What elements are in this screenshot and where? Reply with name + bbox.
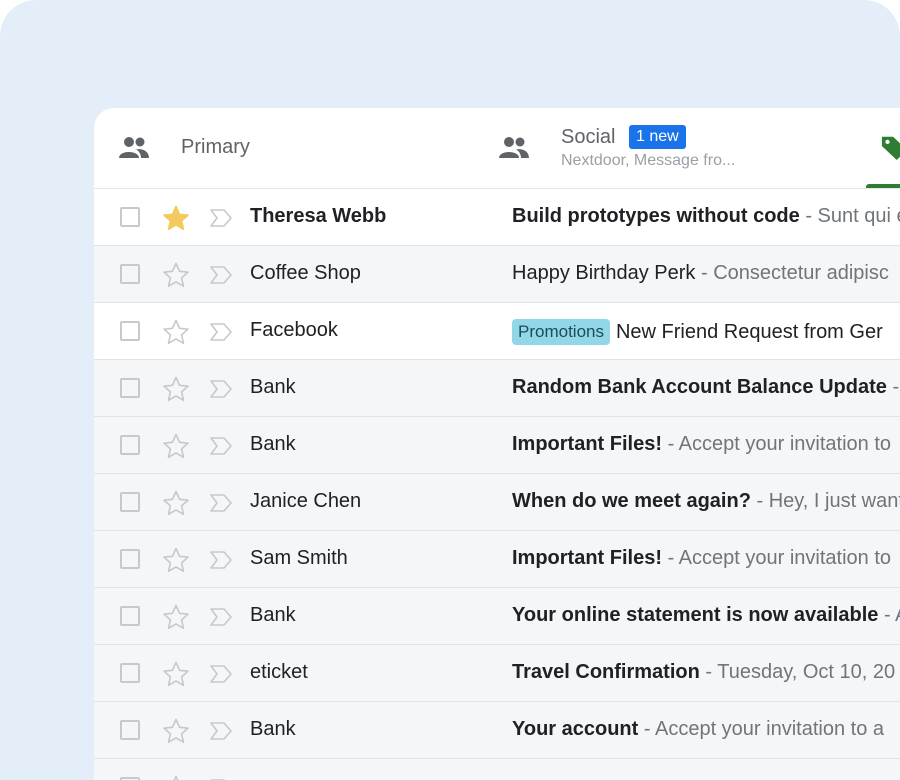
- select-checkbox[interactable]: [120, 663, 140, 683]
- email-sender: Coffee Shop: [250, 262, 361, 284]
- email-row[interactable]: Bank Random Bank Account Balance Update …: [94, 360, 900, 417]
- email-message: Happy Birthday Perk - Consectetur adipis…: [512, 262, 889, 285]
- people-icon: [119, 137, 149, 158]
- email-snippet: - Consectetur adipisc: [695, 262, 889, 284]
- tab-social-subtitle: Nextdoor, Message fro...: [561, 152, 736, 169]
- active-tab-indicator: [866, 184, 900, 188]
- star-icon[interactable]: [162, 547, 190, 573]
- star-icon[interactable]: [162, 775, 190, 780]
- email-message: Travel Confirmation - Tuesday, Oct 10, 2…: [512, 661, 895, 684]
- email-row[interactable]: Coffee Shop Happy Birthday Perk - Consec…: [94, 246, 900, 303]
- tag-icon: [881, 136, 900, 160]
- inbox-card: Primary Social 1 new Nextdoor, Message f…: [94, 108, 900, 780]
- email-message: Important Files! - Accept your invitatio…: [512, 433, 891, 456]
- label-badge: Promotions: [512, 319, 610, 345]
- email-subject: Important Files!: [512, 433, 663, 455]
- email-sender: Facebook: [250, 319, 338, 341]
- email-subject: Random Bank Account Balance Update: [512, 376, 887, 398]
- email-snippet: - Hey, I just want: [750, 490, 900, 512]
- email-subject: Travel Confirmation: [512, 661, 700, 683]
- star-icon[interactable]: [162, 262, 190, 288]
- email-message: When do we meet again? - Hey, I just wan…: [512, 490, 900, 513]
- tab-primary[interactable]: Primary: [94, 108, 474, 188]
- star-icon[interactable]: [162, 319, 190, 345]
- category-tabs: Primary Social 1 new Nextdoor, Message f…: [94, 108, 900, 189]
- star-icon[interactable]: [162, 433, 190, 459]
- email-sender: Bank: [250, 718, 296, 740]
- email-row[interactable]: Theresa Webb Build prototypes without co…: [94, 189, 900, 246]
- email-row[interactable]: eticket Travel Confirmation - Tuesday, O…: [94, 645, 900, 702]
- tab-social[interactable]: Social 1 new Nextdoor, Message fro...: [474, 108, 854, 188]
- email-list: Theresa Webb Build prototypes without co…: [94, 189, 900, 780]
- importance-marker-icon[interactable]: [209, 664, 233, 684]
- importance-marker-icon[interactable]: [209, 379, 233, 399]
- email-sender: Bank: [250, 604, 296, 626]
- email-snippet: - Sunt qui e: [799, 205, 900, 227]
- star-icon[interactable]: [162, 376, 190, 402]
- importance-marker-icon[interactable]: [209, 607, 233, 627]
- email-message: Promotions New Friend Request from Ger: [512, 319, 883, 345]
- importance-marker-icon[interactable]: [209, 208, 233, 228]
- select-checkbox[interactable]: [120, 549, 140, 569]
- select-checkbox[interactable]: [120, 435, 140, 455]
- email-subject: Important Files!: [512, 547, 663, 569]
- select-checkbox[interactable]: [120, 207, 140, 227]
- importance-marker-icon[interactable]: [209, 436, 233, 456]
- email-subject: When do we meet again?: [512, 490, 751, 512]
- email-row[interactable]: Bank Your online statement is now availa…: [94, 588, 900, 645]
- email-snippet: -: [886, 376, 900, 398]
- email-subject: New Friend Request from Ger: [615, 321, 883, 343]
- email-row[interactable]: Facebook Promotions New Friend Request fr…: [94, 303, 900, 360]
- email-row[interactable]: Sam Smith Important Files! - Accept your…: [94, 531, 900, 588]
- star-icon[interactable]: [162, 205, 190, 231]
- email-sender: Bank: [250, 376, 296, 398]
- tab-promotions[interactable]: [866, 108, 900, 188]
- email-sender: Theresa Webb: [250, 205, 387, 227]
- star-icon[interactable]: [162, 718, 190, 744]
- email-row[interactable]: Bank Important Files! - Accept your invi…: [94, 417, 900, 474]
- importance-marker-icon[interactable]: [209, 721, 233, 741]
- email-snippet: - Accept your invitation to: [662, 547, 892, 569]
- email-snippet: - Tuesday, Oct 10, 20: [699, 661, 896, 683]
- email-message: Build prototypes without code - Sunt qui…: [512, 205, 900, 228]
- importance-marker-icon[interactable]: [209, 493, 233, 513]
- star-icon[interactable]: [162, 661, 190, 687]
- email-message: Your account - Accept your invitation to…: [512, 718, 884, 741]
- importance-marker-icon[interactable]: [209, 550, 233, 570]
- select-checkbox[interactable]: [120, 321, 140, 341]
- select-checkbox[interactable]: [120, 492, 140, 512]
- email-subject: Your account: [512, 718, 639, 740]
- select-checkbox[interactable]: [120, 264, 140, 284]
- tab-primary-label: Primary: [181, 136, 250, 158]
- email-snippet: - A: [883, 604, 900, 626]
- email-subject: Happy Birthday Perk: [512, 262, 696, 284]
- importance-marker-icon[interactable]: [209, 322, 233, 342]
- email-subject: Your online statement is now available: [512, 604, 879, 626]
- email-sender: Janice Chen: [250, 490, 362, 512]
- select-checkbox[interactable]: [120, 606, 140, 626]
- importance-marker-icon[interactable]: [209, 265, 233, 285]
- tab-social-label: Social: [561, 126, 616, 148]
- email-message: Important Files! - Accept your invitatio…: [512, 547, 891, 570]
- select-checkbox[interactable]: [120, 720, 140, 740]
- star-icon[interactable]: [162, 490, 190, 516]
- email-snippet: - Accept your invitation to a: [638, 718, 884, 740]
- email-snippet: - Accept your invitation to: [662, 433, 892, 455]
- select-checkbox[interactable]: [120, 378, 140, 398]
- email-sender: eticket: [250, 661, 308, 683]
- email-subject: Build prototypes without code: [512, 205, 800, 227]
- email-sender: Sam Smith: [250, 547, 348, 569]
- people-icon: [499, 137, 529, 158]
- email-message: Your online statement is now available -…: [512, 604, 900, 627]
- email-row[interactable]: Bank Your account - Accept your invitati…: [94, 702, 900, 759]
- star-icon[interactable]: [162, 604, 190, 630]
- email-sender: Bank: [250, 433, 296, 455]
- email-message: Random Bank Account Balance Update -: [512, 376, 899, 399]
- email-row[interactable]: [94, 759, 900, 780]
- new-count-badge: 1 new: [629, 125, 686, 149]
- email-row[interactable]: Janice Chen When do we meet again? - Hey…: [94, 474, 900, 531]
